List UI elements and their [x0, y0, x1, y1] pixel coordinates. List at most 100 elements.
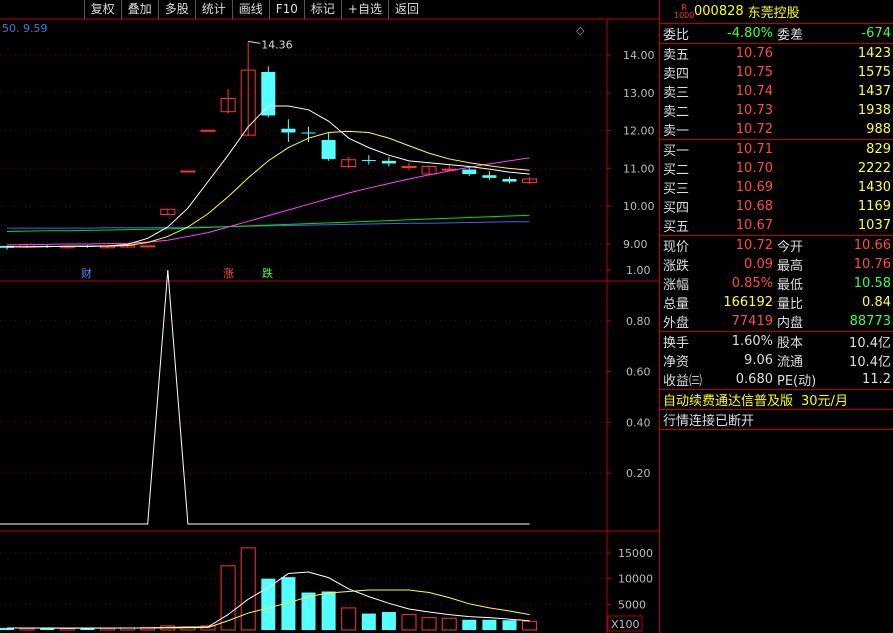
tag-cai[interactable]: 财: [81, 265, 92, 281]
buy-order-label: 买二: [663, 163, 690, 178]
subscription-ad[interactable]: 自动续费通达信普及版 30元/月: [660, 389, 893, 409]
toolbar-button-duogu[interactable]: 多股: [157, 0, 195, 19]
stat-value: 10.4亿: [849, 355, 891, 370]
buy-order-volume: 1430: [857, 180, 891, 195]
stat-label: 收益㈢: [663, 374, 703, 389]
stat-row: 收益㈢ 0.680 PE(动) 11.2: [660, 370, 893, 389]
buy-order-row[interactable]: 买三 10.69 1430: [660, 178, 893, 197]
high-marker: [248, 40, 261, 44]
stat-value: 0.680: [735, 372, 773, 387]
toolbar-button-diejia[interactable]: 叠加: [120, 0, 158, 19]
tag-die[interactable]: 跌: [262, 265, 273, 281]
buy-order-price: 10.68: [735, 199, 773, 214]
buy-order-volume: 2222: [857, 161, 891, 176]
stat-value: 10.66: [853, 238, 891, 253]
kline-chart-area[interactable]: 14.00 13.00 12.00 11.00 10.00 9.00 1.00 0.80 0.6…: [0, 0, 659, 633]
sell-order-label: 卖三: [663, 86, 690, 101]
connection-status: 行情连接已断开: [660, 409, 893, 430]
volume-bar: [261, 578, 276, 630]
sell-order-label: 卖一: [663, 124, 690, 139]
weicha-value: -674: [861, 26, 891, 41]
ma10-line: [6, 130, 530, 248]
sell-order-volume: 1437: [857, 84, 891, 99]
stat-value: 88773: [849, 314, 891, 329]
sell-order-row[interactable]: 卖五 10.76 1423: [660, 44, 893, 63]
stat-label: 流通: [777, 355, 804, 370]
stat-label: 股本: [777, 336, 804, 351]
stat-value: 0.09: [744, 257, 773, 272]
stat-label: 换手: [663, 336, 690, 351]
buy-order-row[interactable]: 买四 10.68 1169: [660, 197, 893, 216]
buy-order-label: 买三: [663, 182, 690, 197]
candle-body: [462, 169, 477, 175]
sell-order-volume: 1938: [857, 103, 891, 118]
candle-body: [381, 160, 396, 164]
quote-stats: 现价 10.72 今开 10.66 涨跌 0.09 最高 10.76 涨幅 0.85% 最低 10.5…: [660, 235, 893, 331]
sell-order-volume: 988: [866, 122, 891, 137]
stat-label: PE(动): [777, 374, 817, 389]
volume-bar: [321, 591, 336, 630]
stat-value: 11.2: [862, 372, 891, 387]
candle-body: [261, 72, 276, 116]
volume-bar: [341, 607, 357, 631]
volume-bar: [462, 619, 477, 630]
volume-bar: [502, 620, 517, 630]
stat-label: 最高: [777, 259, 804, 274]
sell-order-price: 10.72: [735, 122, 773, 137]
sell-order-volume: 1575: [857, 65, 891, 80]
stock-name[interactable]: 东莞控股: [748, 2, 800, 21]
sell-orders: 卖五 10.76 1423 卖四 10.75 1575 卖三 10.74 1437 卖二 10.73…: [660, 43, 893, 139]
stat-row: 总量 166192 量比 0.84: [660, 293, 893, 312]
candle-body: [321, 140, 336, 159]
toolbar-button-f10[interactable]: F10: [268, 0, 304, 19]
price-tick-label: 13.00: [623, 87, 655, 100]
kline-chart[interactable]: 14.00 13.00 12.00 11.00 10.00 9.00 1.00 0.80 0.6…: [0, 0, 659, 633]
stat-row: 现价 10.72 今开 10.66: [660, 236, 893, 255]
toolbar-button-biaoji[interactable]: 标记: [303, 0, 341, 19]
price-tick-label: 10.00: [623, 200, 655, 213]
sell-order-price: 10.74: [735, 84, 773, 99]
buy-order-volume: 1169: [857, 199, 891, 214]
stat-value: 77419: [731, 314, 773, 329]
weibi-value: -4.80%: [727, 26, 773, 41]
buy-order-price: 10.71: [735, 142, 773, 157]
buy-order-row[interactable]: 买一 10.71 829: [660, 140, 893, 159]
ma60-line: [6, 214, 530, 233]
chart-toolbar: 复权 叠加 多股 统计 画线 F10 标记 +自选 返回: [83, 0, 425, 19]
sell-order-label: 卖二: [663, 105, 690, 120]
stat-label: 总量: [663, 297, 690, 312]
buy-order-volume: 829: [866, 142, 891, 157]
toolbar-button-tongji[interactable]: 统计: [194, 0, 232, 19]
sell-order-price: 10.73: [735, 103, 773, 118]
buy-order-label: 买四: [663, 201, 690, 216]
buy-order-row[interactable]: 买五 10.67 1037: [660, 216, 893, 235]
stock-badge: R 1000: [674, 2, 695, 20]
toolbar-button-zixuan[interactable]: +自选: [340, 0, 388, 19]
stat-label: 现价: [663, 240, 690, 255]
stat-label: 内盘: [777, 316, 804, 331]
volume-unit-label: X100: [611, 618, 640, 631]
sell-order-row[interactable]: 卖二 10.73 1938: [660, 101, 893, 120]
price-tick-label: 12.00: [623, 125, 655, 138]
indicator-tick-label: 0.80: [626, 315, 651, 328]
buy-order-price: 10.69: [735, 180, 773, 195]
toolbar-button-fuquan[interactable]: 复权: [83, 0, 121, 19]
indicator-tick-label: 0.20: [626, 467, 651, 480]
high-price-label: 14.36: [261, 38, 293, 51]
diamond-icon[interactable]: ◇: [576, 24, 584, 37]
sell-order-row[interactable]: 卖四 10.75 1575: [660, 63, 893, 82]
stat-row: 涨幅 0.85% 最低 10.58: [660, 274, 893, 293]
tag-zhang[interactable]: 涨: [223, 265, 234, 281]
sell-order-row[interactable]: 卖一 10.72 988: [660, 120, 893, 139]
weibi-label: 委比: [663, 28, 690, 43]
indicator-tick-label: 0.60: [626, 366, 651, 379]
stock-code[interactable]: 000828: [694, 4, 744, 19]
stat-label: 今开: [777, 240, 804, 255]
stat-value: 10.4亿: [849, 336, 891, 351]
candle-body: [281, 128, 296, 133]
buy-order-row[interactable]: 买二 10.70 2222: [660, 159, 893, 178]
volume-bar: [421, 617, 437, 631]
toolbar-button-fanhui[interactable]: 返回: [387, 0, 425, 19]
sell-order-row[interactable]: 卖三 10.74 1437: [660, 82, 893, 101]
toolbar-button-huaxian[interactable]: 画线: [231, 0, 269, 19]
